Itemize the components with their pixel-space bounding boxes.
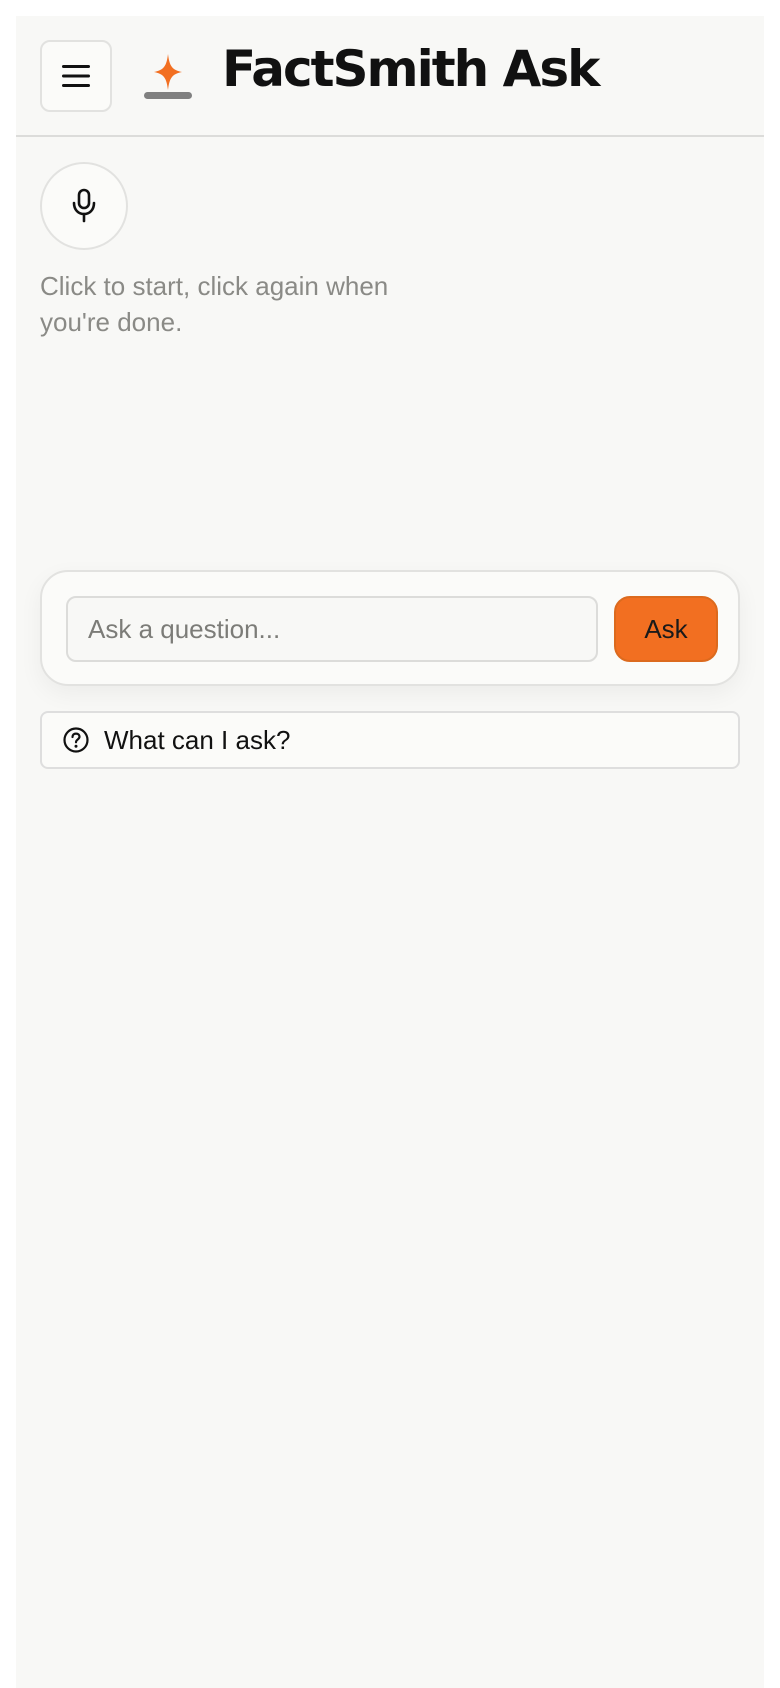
voice-hint-text: Click to start, click again when you're … bbox=[40, 271, 389, 337]
app-header: FactSmith Ask bbox=[16, 16, 764, 137]
help-label: What can I ask? bbox=[104, 724, 291, 755]
question-input[interactable] bbox=[66, 596, 598, 662]
microphone-icon bbox=[72, 188, 96, 223]
ask-card: Ask bbox=[40, 570, 740, 686]
app-page: FactSmith Ask Click to start, click agai… bbox=[16, 16, 764, 1688]
hamburger-menu-icon bbox=[62, 65, 90, 87]
microphone-button[interactable] bbox=[40, 162, 128, 250]
menu-button[interactable] bbox=[40, 40, 112, 112]
ask-button[interactable]: Ask bbox=[614, 596, 718, 662]
sparkle-logo-icon bbox=[144, 54, 192, 99]
what-can-i-ask-button[interactable]: What can I ask? bbox=[40, 711, 740, 769]
question-circle-icon bbox=[62, 726, 90, 754]
app-title: FactSmith Ask bbox=[222, 40, 600, 98]
